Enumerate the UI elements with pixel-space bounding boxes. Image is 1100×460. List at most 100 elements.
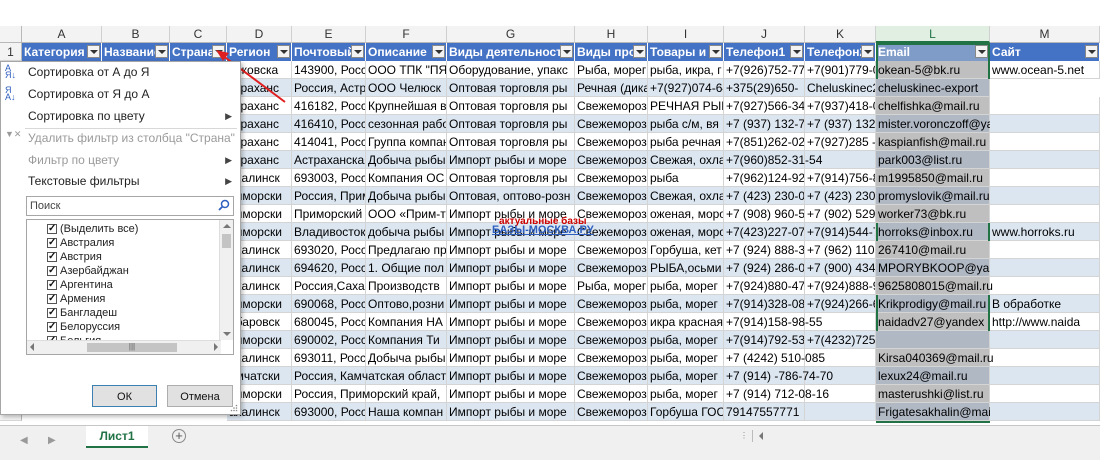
filter-dropdown-button[interactable] bbox=[790, 45, 803, 58]
table-cell[interactable]: masterushki@list.ru bbox=[876, 385, 990, 403]
table-cell[interactable]: Импорт рыбы и море bbox=[447, 151, 575, 169]
table-cell[interactable]: сезонная рабо bbox=[366, 115, 447, 133]
table-cell[interactable]: Оптовая торговля ры bbox=[447, 133, 575, 151]
cancel-button[interactable]: Отмена bbox=[167, 385, 233, 407]
table-cell[interactable]: рыба с/м, вя bbox=[648, 115, 724, 133]
table-cell[interactable]: +7 (937) 132-7 bbox=[724, 115, 805, 133]
table-cell[interactable]: Астраханская bbox=[292, 151, 366, 169]
table-cell[interactable]: Свежемороз bbox=[575, 259, 648, 277]
table-cell[interactable]: okean-5@bk.ru bbox=[876, 61, 990, 79]
sort-asc-item[interactable]: А Я↓ Сортировка от А до Я bbox=[1, 62, 240, 82]
table-cell[interactable]: Свежемороз bbox=[575, 367, 648, 385]
table-cell[interactable]: +7 (423) 230- bbox=[805, 187, 876, 205]
table-cell[interactable]: Речная (дика bbox=[575, 79, 648, 97]
table-cell[interactable] bbox=[990, 205, 1100, 223]
resize-grip-icon[interactable] bbox=[230, 404, 238, 412]
table-cell[interactable]: Рыба, морег bbox=[575, 61, 648, 79]
table-cell[interactable]: Оптовая торговля ры bbox=[447, 115, 575, 133]
table-cell[interactable]: Импорт рыбы и море bbox=[447, 349, 575, 367]
table-cell[interactable]: +7(962)124-92 bbox=[724, 169, 805, 187]
table-cell[interactable]: +7 (908) 960-5 bbox=[724, 205, 805, 223]
filter-dropdown-button[interactable] bbox=[277, 45, 290, 58]
filter-dropdown-button[interactable] bbox=[560, 45, 573, 58]
table-cell[interactable]: рыба, морег bbox=[648, 331, 724, 349]
table-cell[interactable]: +7 (902) 529- bbox=[805, 205, 876, 223]
table-cell[interactable]: +7 (962) 110- bbox=[805, 241, 876, 259]
checkbox[interactable]: ✓ bbox=[47, 224, 57, 234]
table-cell[interactable]: horroks@inbox.ru bbox=[876, 223, 990, 241]
table-cell[interactable]: promyslovik@mail.ru bbox=[876, 187, 990, 205]
table-cell[interactable]: рыба, икра, г bbox=[648, 61, 724, 79]
table-cell[interactable]: +7 (924) 286-0 bbox=[724, 259, 805, 277]
table-cell[interactable]: 690068, Росс bbox=[292, 295, 366, 313]
table-cell[interactable]: РЫБА,осьми bbox=[648, 259, 724, 277]
scroll-thumb[interactable]: ||| bbox=[87, 343, 177, 352]
table-cell[interactable]: ООО ТПК "ПЯТ bbox=[366, 61, 447, 79]
table-cell[interactable]: Наша компан bbox=[366, 403, 447, 421]
table-cell[interactable]: Свежемороз bbox=[575, 385, 648, 403]
filter-dropdown-button[interactable] bbox=[709, 45, 722, 58]
table-cell[interactable]: добыча рыбы bbox=[366, 223, 447, 241]
table-cell[interactable]: +7(901)779-0 bbox=[805, 61, 876, 79]
table-cell[interactable]: Импорт рыбы и море bbox=[447, 313, 575, 331]
table-cell[interactable]: http://www.naida bbox=[990, 313, 1100, 331]
table-cell[interactable] bbox=[805, 403, 876, 421]
table-cell[interactable]: 693000, Росс bbox=[292, 403, 366, 421]
sort-by-color-item[interactable]: Сортировка по цвету ▶ bbox=[1, 106, 240, 126]
column-header-l[interactable]: L bbox=[876, 26, 990, 43]
table-cell[interactable]: 416182, Росс bbox=[292, 97, 366, 115]
table-cell[interactable]: +7(914)792-53 bbox=[724, 331, 805, 349]
table-cell[interactable] bbox=[990, 385, 1100, 403]
select-all-corner[interactable] bbox=[0, 26, 22, 43]
table-cell[interactable] bbox=[990, 151, 1100, 169]
table-cell[interactable]: Свежемороз bbox=[575, 187, 648, 205]
table-cell[interactable]: Предлагаю пр bbox=[366, 241, 447, 259]
table-cell[interactable]: +7(914)756-8 bbox=[805, 169, 876, 187]
table-cell[interactable]: lexux24@mail.ru bbox=[876, 367, 990, 385]
table-cell[interactable]: Импорт рыбы и море bbox=[447, 241, 575, 259]
table-cell[interactable]: 1. Общие пол bbox=[366, 259, 447, 277]
table-cell[interactable]: Свежемороз bbox=[575, 151, 648, 169]
list-vertical-scrollbar[interactable] bbox=[219, 220, 233, 340]
column-header-h[interactable]: H bbox=[575, 26, 648, 43]
table-cell[interactable]: Оптовая, оптово-розн bbox=[447, 187, 575, 205]
table-cell[interactable]: +7(914)544-7 bbox=[805, 223, 876, 241]
table-cell[interactable]: рыба, морег bbox=[648, 277, 724, 295]
table-cell[interactable]: +7 (924) 888-3 bbox=[724, 241, 805, 259]
table-cell[interactable]: +7(423)227-07 bbox=[724, 223, 805, 241]
table-cell[interactable]: Свежемороз bbox=[575, 133, 648, 151]
table-cell[interactable]: +7(924)888-9 bbox=[805, 277, 876, 295]
table-cell[interactable]: +7(927)074-64 bbox=[648, 79, 724, 97]
table-cell[interactable]: В обработке bbox=[990, 295, 1100, 313]
prev-sheet-icon[interactable]: ◀ bbox=[20, 435, 28, 446]
filter-dropdown-button[interactable] bbox=[1085, 45, 1098, 58]
table-cell[interactable]: Свежемороз bbox=[575, 241, 648, 259]
table-cell[interactable]: +7(4232)725-309 bbox=[805, 331, 876, 349]
table-cell[interactable]: kaspianfish@mail.ru bbox=[876, 133, 990, 151]
column-header-b[interactable]: B bbox=[102, 26, 170, 43]
checkbox[interactable]: ✓ bbox=[47, 266, 57, 276]
table-cell[interactable]: Оптовая торговля ры bbox=[447, 169, 575, 187]
table-cell[interactable]: mister.voronczoff@yandex.ru bbox=[876, 115, 1033, 133]
filter-dropdown-button[interactable] bbox=[633, 45, 646, 58]
table-cell[interactable]: +7(924)880-47 bbox=[724, 277, 805, 295]
table-cell[interactable]: Импорт рыбы и море bbox=[447, 259, 575, 277]
table-cell[interactable]: Россия, Прим bbox=[292, 187, 366, 205]
table-cell[interactable] bbox=[990, 133, 1100, 151]
table-cell[interactable]: икра красная bbox=[648, 313, 724, 331]
table-cell[interactable]: m1995850@mail.ru bbox=[876, 169, 990, 187]
table-cell[interactable]: рыба bbox=[648, 169, 724, 187]
table-cell[interactable]: Крупнейшая в bbox=[366, 97, 447, 115]
table-cell[interactable] bbox=[990, 277, 1100, 295]
table-cell[interactable]: Свежемороз bbox=[575, 331, 648, 349]
filter-dropdown-button[interactable] bbox=[861, 45, 874, 58]
ok-button[interactable]: ОК bbox=[92, 385, 157, 407]
table-cell[interactable]: Импорт рыбы и море bbox=[447, 295, 575, 313]
table-cell[interactable]: 9625808015@mail.ru bbox=[876, 277, 993, 295]
scroll-up-icon[interactable] bbox=[223, 224, 231, 228]
table-cell[interactable]: Frigatesakhalin@mail.ru bbox=[876, 403, 1008, 421]
table-cell[interactable]: +7(924)266-6 bbox=[805, 295, 876, 313]
table-cell[interactable]: Добыча рыбы bbox=[366, 349, 447, 367]
filter-search-input[interactable] bbox=[27, 197, 211, 215]
table-cell[interactable]: +375(29)650- bbox=[724, 79, 805, 97]
